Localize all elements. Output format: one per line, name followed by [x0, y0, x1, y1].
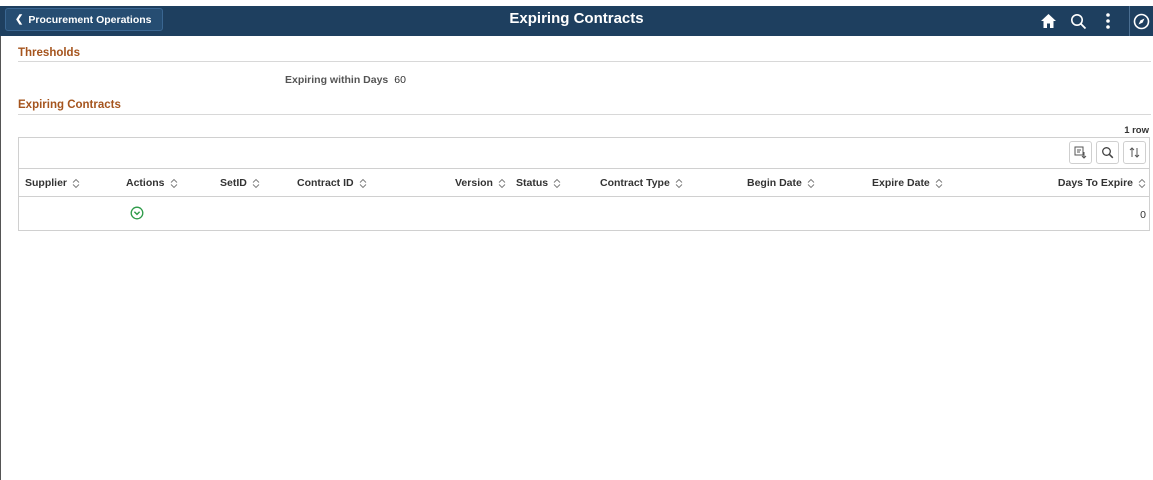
col-header-label: Days To Expire — [1057, 177, 1133, 189]
more-vertical-icon[interactable] — [1093, 6, 1123, 36]
col-header-label: Status — [516, 177, 549, 189]
col-header-version[interactable]: Version — [455, 177, 506, 189]
expiring-days-label: Expiring within Days — [285, 74, 389, 86]
col-header-label: Actions — [126, 177, 165, 189]
col-header-contract-type[interactable]: Contract Type — [600, 177, 683, 189]
col-header-label: Expire Date — [872, 177, 930, 189]
col-header-label: Version — [455, 177, 493, 189]
col-header-supplier[interactable]: Supplier — [25, 177, 80, 189]
col-header-label: Supplier — [25, 177, 68, 189]
col-header-label: Begin Date — [747, 177, 802, 189]
cell-days-to-expire: 0 — [1140, 209, 1146, 221]
download-icon[interactable] — [1069, 141, 1092, 164]
row-actions-icon[interactable] — [130, 206, 144, 220]
table-row: 0 — [19, 198, 1149, 230]
col-header-label: Contract Type — [600, 177, 670, 189]
col-header-contract-id[interactable]: Contract ID — [297, 177, 367, 189]
sort-toggle-icon — [252, 178, 260, 189]
back-button-label: Procurement Operations — [28, 13, 152, 26]
row-count: 1 row — [1124, 125, 1149, 136]
sort-toggle-icon — [1138, 178, 1146, 189]
col-header-actions[interactable]: Actions — [126, 177, 178, 189]
banner-top-strip — [0, 0, 1153, 6]
navbar-compass-icon[interactable] — [1129, 6, 1153, 36]
col-header-expire-date[interactable]: Expire Date — [872, 177, 943, 189]
thresholds-divider — [18, 61, 1151, 62]
col-header-days-to-expire[interactable]: Days To Expire — [1058, 177, 1146, 189]
contracts-grid: Supplier Actions SetID Contract ID Versi… — [18, 137, 1150, 231]
col-header-label: Contract ID — [297, 177, 354, 189]
thresholds-section-title: Thresholds — [18, 47, 80, 59]
banner-actions — [1033, 6, 1153, 36]
expiring-days-value: 60 — [394, 74, 406, 86]
home-icon[interactable] — [1033, 6, 1063, 36]
page-border — [0, 0, 1153, 480]
chevron-left-icon: ❮ — [15, 14, 24, 25]
sort-toggle-icon — [498, 178, 506, 189]
expiring-divider — [18, 114, 1151, 115]
col-header-status[interactable]: Status — [516, 177, 561, 189]
sort-toggle-icon — [170, 178, 178, 189]
sort-toggle-icon — [675, 178, 683, 189]
grid-toolbar — [1069, 141, 1146, 164]
col-header-label: SetID — [220, 177, 247, 189]
col-header-begin-date[interactable]: Begin Date — [747, 177, 815, 189]
expiring-section-title: Expiring Contracts — [18, 99, 121, 111]
sort-toggle-icon — [807, 178, 815, 189]
sort-toggle-icon — [935, 178, 943, 189]
expiring-days-field: Expiring within Days 60 — [285, 74, 406, 86]
col-header-setid[interactable]: SetID — [220, 177, 260, 189]
sort-icon[interactable] — [1123, 141, 1146, 164]
find-icon[interactable] — [1096, 141, 1119, 164]
search-icon[interactable] — [1063, 6, 1093, 36]
back-button[interactable]: ❮ Procurement Operations — [5, 8, 163, 31]
sort-toggle-icon — [359, 178, 367, 189]
sort-toggle-icon — [72, 178, 80, 189]
sort-toggle-icon — [553, 178, 561, 189]
grid-header-row: Supplier Actions SetID Contract ID Versi… — [19, 168, 1149, 197]
